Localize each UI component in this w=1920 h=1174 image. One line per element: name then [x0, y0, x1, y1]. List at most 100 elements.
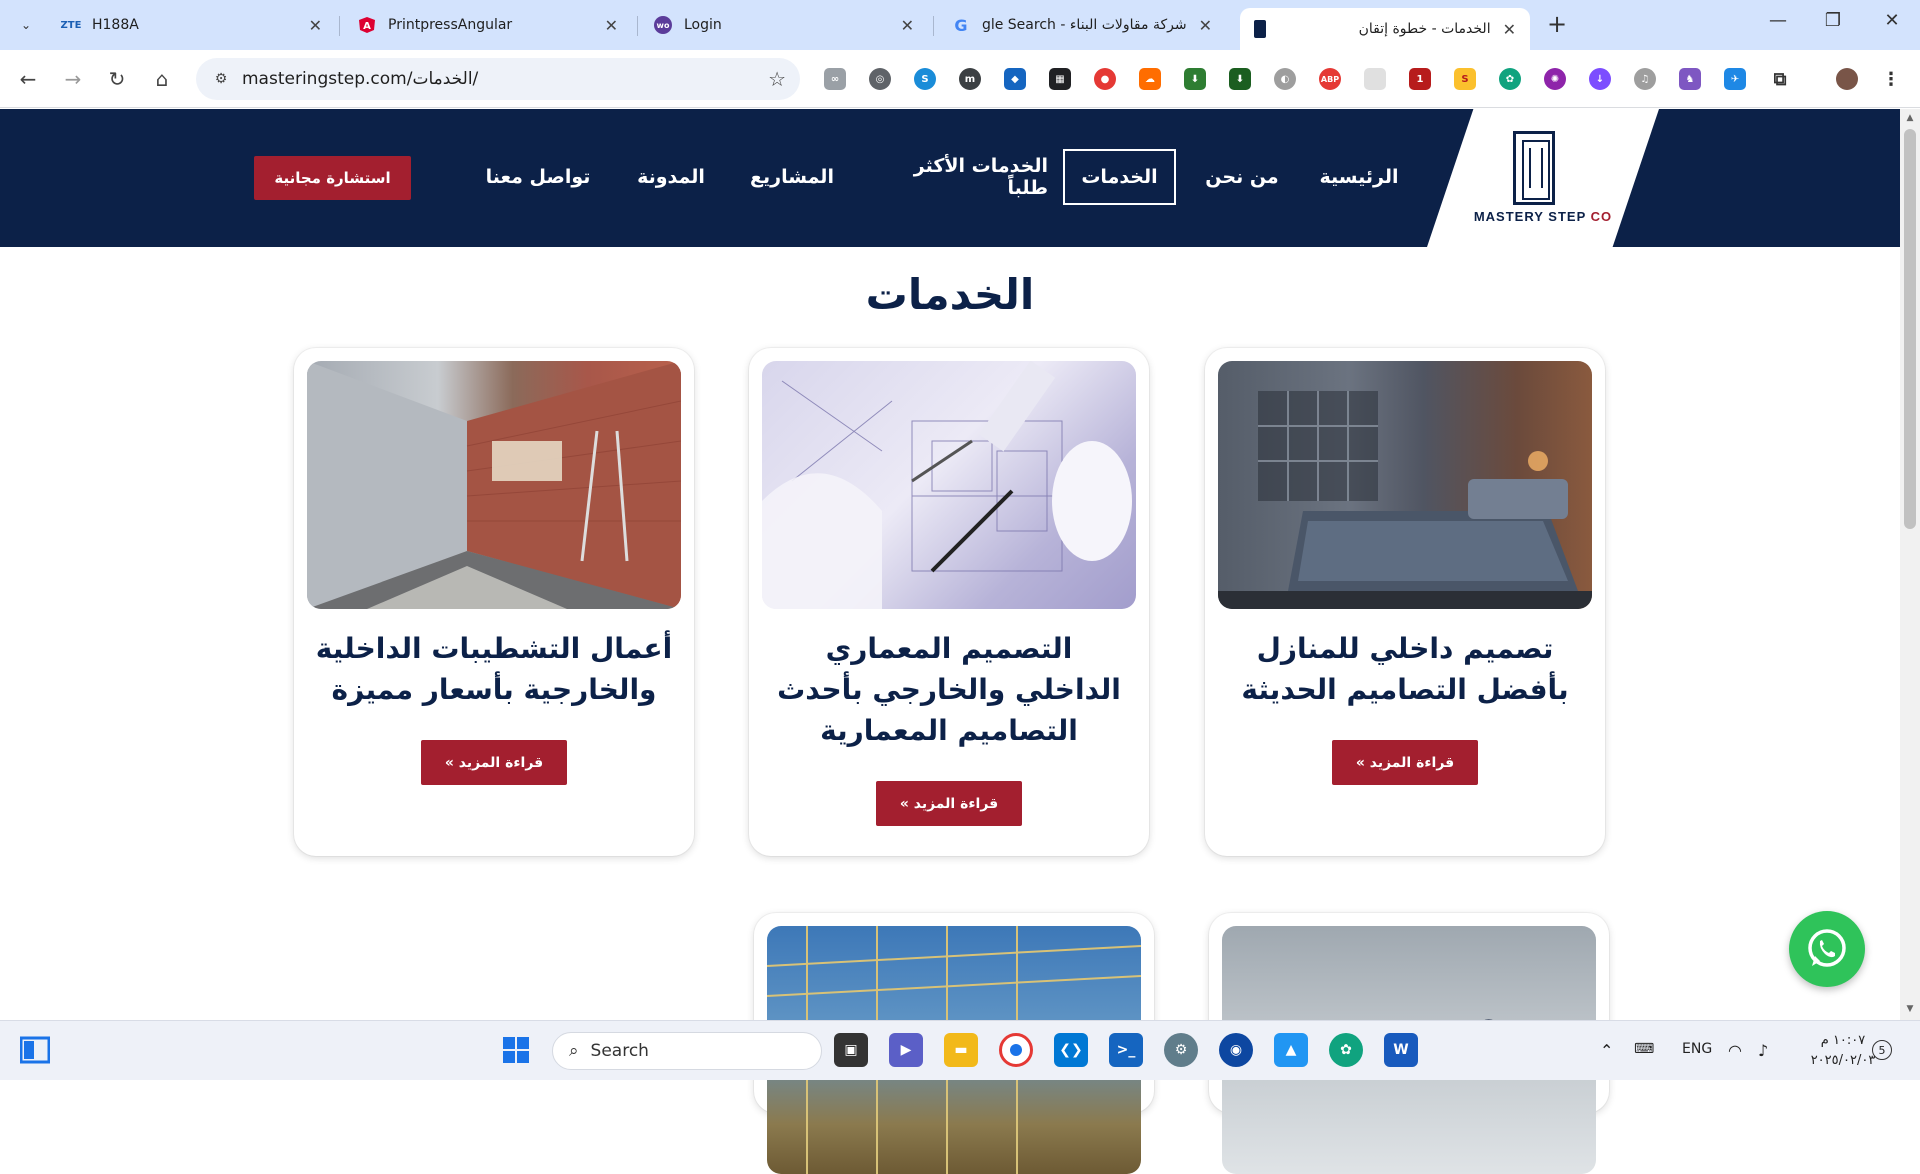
tab-divider	[933, 16, 934, 36]
back-arrow-icon[interactable]: ←	[11, 62, 45, 96]
extension-owl-icon[interactable]: ♞	[1679, 68, 1701, 90]
url-text[interactable]: masteringstep.com/الخدمات/	[242, 69, 768, 89]
tab-printpress-angular[interactable]: A PrintpressAngular ✕	[344, 8, 632, 42]
site-info-icon[interactable]: ⚙	[206, 71, 236, 87]
windows-taskbar: ⌕ Search ▣ ▶ ▬ ❮❯ >_ ⚙ ◉ ▲ ✿ W ⌃ ⌨ ENG ◠…	[0, 1020, 1920, 1080]
extension-cloud-icon[interactable]: ☁	[1139, 68, 1161, 90]
volume-icon[interactable]: ♪	[1758, 1041, 1768, 1060]
service-image-bedroom[interactable]	[1218, 361, 1592, 609]
close-tab-icon[interactable]: ✕	[309, 16, 322, 35]
service-card-title[interactable]: أعمال التشطيبات الداخلية والخارجية بأسعا…	[314, 628, 674, 710]
nav-item-contact[interactable]: تواصل معنا	[478, 149, 598, 205]
extension-ublock-icon[interactable]: 1	[1409, 68, 1431, 90]
chatgpt-app-icon[interactable]: ✿	[1329, 1033, 1363, 1067]
widgets-icon[interactable]	[18, 1033, 52, 1067]
word-icon[interactable]: W	[1384, 1033, 1418, 1067]
extension-sync-icon[interactable]: S	[914, 68, 936, 90]
close-tab-icon[interactable]: ✕	[1503, 20, 1516, 39]
close-tab-icon[interactable]: ✕	[605, 16, 618, 35]
nav-item-blog[interactable]: المدونة	[624, 149, 718, 205]
free-consultation-button[interactable]: استشارة مجانية	[254, 156, 411, 200]
tab-login[interactable]: wo Login ✕	[640, 8, 928, 42]
extension-adblock-icon[interactable]: ABP	[1319, 68, 1341, 90]
browser-toolbar: ← → ↻ ⌂ ⚙ masteringstep.com/الخدمات/ ☆ ∞…	[0, 50, 1920, 108]
extension-brain-icon[interactable]: ✺	[1544, 68, 1566, 90]
settings-gear-icon[interactable]: ⚙	[1164, 1033, 1198, 1067]
read-more-button[interactable]: قراءة المزيد »	[421, 740, 567, 785]
service-image-blueprint[interactable]	[762, 361, 1136, 609]
close-window-icon[interactable]: ✕	[1872, 10, 1912, 31]
read-more-button[interactable]: قراءة المزيد »	[1332, 740, 1478, 785]
read-more-button[interactable]: قراءة المزيد »	[876, 781, 1022, 826]
extension-stop-icon[interactable]: ●	[1094, 68, 1116, 90]
whatsapp-icon	[1808, 929, 1846, 967]
bookmark-star-icon[interactable]: ☆	[768, 67, 786, 91]
extension-download-icon[interactable]: ⬇	[1184, 68, 1206, 90]
profile-avatar-icon[interactable]	[1836, 68, 1858, 90]
tab-services-active[interactable]: الخدمات - خطوة إتقان ✕	[1240, 8, 1530, 50]
taskbar-search-box[interactable]: ⌕ Search	[552, 1032, 822, 1070]
forward-arrow-icon[interactable]: →	[56, 62, 90, 96]
chrome-icon[interactable]	[999, 1033, 1033, 1067]
windows-start-icon[interactable]	[499, 1033, 533, 1067]
nav-item-about[interactable]: من نحن	[1192, 149, 1292, 205]
extension-arrow-down-icon[interactable]: ↓	[1589, 68, 1611, 90]
zte-favicon-icon: ZTE	[60, 19, 82, 31]
tray-overflow-chevron-icon[interactable]: ⌃	[1600, 1041, 1613, 1060]
teams-icon[interactable]: ▶	[889, 1033, 923, 1067]
photos-icon[interactable]: ▲	[1274, 1033, 1308, 1067]
close-tab-icon[interactable]: ✕	[1199, 16, 1212, 35]
page-scrollbar[interactable]: ▲ ▼	[1900, 109, 1920, 1020]
service-card-title[interactable]: التصميم المعماري الداخلي والخارجي بأحدث …	[769, 628, 1129, 751]
media-player-icon[interactable]: ◉	[1219, 1033, 1253, 1067]
language-indicator[interactable]: ENG	[1682, 1041, 1712, 1057]
extension-m-icon[interactable]: m	[959, 68, 981, 90]
browser-menu-icon[interactable]: ⋮	[1880, 68, 1902, 90]
login-favicon-icon: wo	[654, 16, 672, 34]
nav-item-popular-services[interactable]: الخدمات الأكثر طلباً	[868, 149, 1048, 205]
whatsapp-chat-button[interactable]	[1789, 911, 1865, 987]
tab-title: الخدمات - خطوة إتقان	[1358, 21, 1491, 37]
svg-text:A: A	[363, 21, 371, 32]
extension-music-icon[interactable]: ♫	[1634, 68, 1656, 90]
tab-h188a[interactable]: ZTE H188A ✕	[48, 8, 336, 42]
tab-google-search[interactable]: G شركة مقاولات البناء - Google Search ✕	[938, 8, 1226, 42]
restore-window-icon[interactable]: ❐	[1813, 10, 1853, 31]
extension-diamond-icon[interactable]: ◆	[1004, 68, 1026, 90]
scroll-up-arrow-icon[interactable]: ▲	[1900, 113, 1920, 123]
wifi-icon[interactable]: ◠	[1728, 1041, 1742, 1060]
powershell-icon[interactable]: >_	[1109, 1033, 1143, 1067]
extensions-puzzle-icon[interactable]: ⧉	[1769, 68, 1791, 90]
keyboard-icon[interactable]: ⌨	[1634, 1041, 1654, 1057]
nav-item-services[interactable]: الخدمات	[1063, 149, 1176, 205]
extension-bird-icon[interactable]: ✈	[1724, 68, 1746, 90]
tab-search-dropdown-icon[interactable]: ⌄	[14, 13, 38, 37]
new-tab-button[interactable]: +	[1542, 10, 1572, 38]
nav-item-home[interactable]: الرئيسية	[1304, 149, 1414, 205]
reload-icon[interactable]: ↻	[100, 62, 134, 96]
task-view-icon[interactable]: ▣	[834, 1033, 868, 1067]
google-icon: G	[954, 15, 968, 35]
extension-save-icon[interactable]: ⬇	[1229, 68, 1251, 90]
extension-chatgpt-icon[interactable]: ✿	[1499, 68, 1521, 90]
address-bar[interactable]: ⚙ masteringstep.com/الخدمات/ ☆	[196, 58, 800, 100]
vscode-icon[interactable]: ❮❯	[1054, 1033, 1088, 1067]
tab-title: H188A	[92, 17, 139, 33]
home-icon[interactable]: ⌂	[145, 62, 179, 96]
scroll-down-arrow-icon[interactable]: ▼	[1900, 1004, 1920, 1014]
extension-qr-icon[interactable]: ▦	[1049, 68, 1071, 90]
file-explorer-icon[interactable]: ▬	[944, 1033, 978, 1067]
extension-s-icon[interactable]: S	[1454, 68, 1476, 90]
extension-blank-icon[interactable]	[1364, 68, 1386, 90]
extension-chat-icon[interactable]: ◐	[1274, 68, 1296, 90]
minimize-window-icon[interactable]: —	[1758, 10, 1798, 31]
notification-count[interactable]: 5	[1872, 1040, 1892, 1060]
service-card-title[interactable]: تصميم داخلي للمنازل بأفضل التصاميم الحدي…	[1225, 628, 1585, 710]
close-tab-icon[interactable]: ✕	[901, 16, 914, 35]
service-image-plaster[interactable]	[307, 361, 681, 609]
nav-item-projects[interactable]: المشاريع	[742, 149, 842, 205]
browser-tab-strip: ⌄ ZTE H188A ✕ A PrintpressAngular ✕ wo L…	[0, 0, 1920, 50]
scroll-thumb[interactable]	[1904, 129, 1916, 529]
extension-performance-icon[interactable]: ∞	[824, 68, 846, 90]
extension-target-icon[interactable]: ◎	[869, 68, 891, 90]
